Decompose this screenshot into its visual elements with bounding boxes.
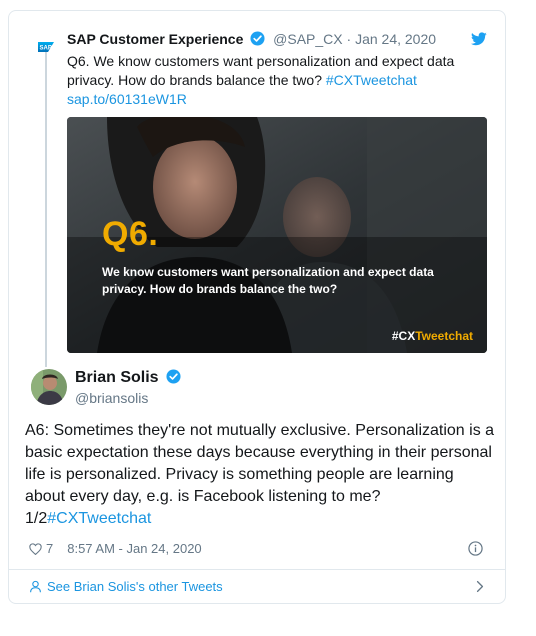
svg-text:SAP: SAP — [40, 46, 52, 52]
media-caption: We know customers want personalization a… — [102, 265, 434, 296]
avatar[interactable] — [31, 369, 67, 405]
hashtag-link[interactable]: #CXTweetchat — [47, 510, 151, 527]
info-icon[interactable] — [468, 541, 483, 556]
quoted-author-handle[interactable]: @SAP_CX · Jan 24, 2020 — [273, 31, 436, 47]
avatar-photo — [31, 369, 67, 405]
see-other-tweets-label[interactable]: See Brian Solis's other Tweets — [47, 579, 223, 594]
media-hashtag: #CXTweetchat — [391, 329, 473, 343]
tweet-text: A6: Sometimes they're not mutually exclu… — [25, 422, 495, 527]
verified-badge-icon — [166, 369, 181, 384]
embedded-tweet-card: SAP SAP Customer Experience @SAP_CX · Ja… — [8, 10, 506, 604]
quoted-author-name[interactable]: SAP Customer Experience — [67, 31, 243, 47]
divider — [9, 569, 505, 570]
quoted-hashtag-link[interactable]: #CXTweetchat — [326, 72, 417, 88]
quoted-tweet-header: SAP Customer Experience @SAP_CX · Jan 24… — [67, 31, 436, 47]
twitter-bird-icon[interactable] — [471, 32, 487, 46]
quoted-url-link[interactable]: sap.to/60131eW1R — [67, 91, 187, 107]
like-count[interactable]: 7 — [46, 541, 53, 556]
author-name[interactable]: Brian Solis — [75, 369, 181, 387]
author-handle[interactable]: @briansolis — [75, 390, 148, 406]
thread-line — [45, 49, 47, 367]
chevron-right-icon[interactable] — [475, 580, 485, 593]
tweet-media-image[interactable]: Q6. We know customers want personalizati… — [67, 117, 487, 353]
tweet-meta: 7 8:57 AM - Jan 24, 2020 — [29, 541, 202, 556]
see-other-tweets-link[interactable]: See Brian Solis's other Tweets — [29, 579, 223, 594]
heart-icon[interactable] — [29, 542, 42, 555]
verified-badge-icon — [250, 31, 265, 46]
tweet-timestamp[interactable]: 8:57 AM - Jan 24, 2020 — [67, 541, 201, 556]
user-icon — [30, 580, 41, 593]
quoted-tweet-text: Q6. We know customers want personalizati… — [67, 53, 455, 107]
quoted-tweet-date[interactable]: Jan 24, 2020 — [355, 31, 436, 47]
media-heading: Q6. — [102, 215, 159, 253]
sap-logo-icon[interactable]: SAP — [38, 39, 54, 55]
